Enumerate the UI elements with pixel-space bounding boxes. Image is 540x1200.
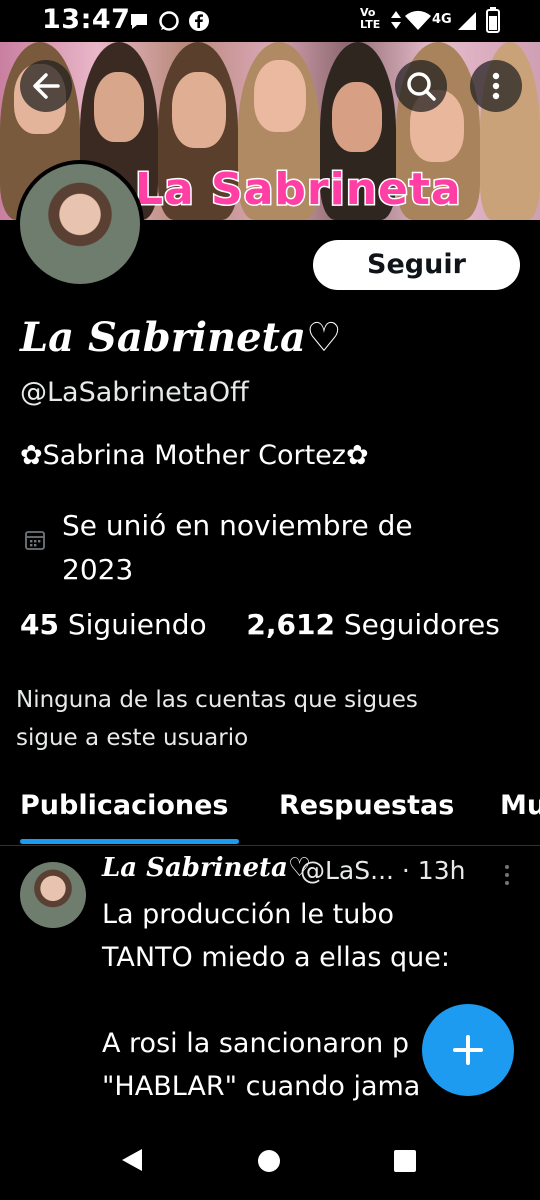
- back-arrow-icon: [33, 73, 60, 99]
- followers-link[interactable]: 2,612 Seguidores: [246, 608, 499, 641]
- join-date: Se unió en noviembre de 2023: [62, 504, 482, 592]
- compose-button[interactable]: [422, 1004, 514, 1096]
- more-options-button[interactable]: [470, 60, 522, 112]
- post-meta: @LaS... · 13h: [300, 856, 466, 885]
- tab-respuestas[interactable]: Respuestas: [279, 790, 454, 821]
- signal-icon: [458, 12, 476, 30]
- plus-icon: [453, 1035, 483, 1065]
- join-date-line2: 2023: [62, 553, 134, 586]
- join-date-line1: Se unió en noviembre de: [62, 509, 413, 542]
- display-name: La Sabrineta♡: [20, 314, 342, 361]
- mutual-followers-note: Ninguna de las cuentas que sigues sigue …: [16, 681, 516, 757]
- mutual-note-line1: Ninguna de las cuentas que sigues: [16, 687, 418, 713]
- tabs-divider: [0, 845, 540, 846]
- search-icon: [407, 72, 436, 101]
- profile-stats: 45 Siguiendo 2,612 Seguidores: [20, 608, 500, 641]
- search-button[interactable]: [395, 60, 447, 112]
- following-count: 45: [20, 608, 59, 641]
- chat-bubble-icon: [131, 14, 147, 29]
- system-nav-bar: [0, 1112, 540, 1200]
- status-bar: 13:47 Vo LTE 4G: [0, 0, 540, 42]
- status-time: 13:47: [42, 4, 131, 35]
- post-more-icon[interactable]: [500, 862, 514, 888]
- back-triangle-icon[interactable]: [118, 1146, 146, 1174]
- calendar-icon: [25, 531, 45, 550]
- active-tab-indicator: [20, 839, 239, 844]
- followers-count: 2,612: [246, 608, 335, 641]
- profile-avatar[interactable]: [16, 160, 144, 288]
- home-circle-icon[interactable]: [256, 1148, 282, 1174]
- post-author[interactable]: La Sabrineta♡: [102, 853, 311, 883]
- profile-bio: ✿Sabrina Mother Cortez✿: [20, 440, 369, 471]
- more-vertical-icon: [492, 72, 500, 100]
- followers-label: Seguidores: [343, 608, 500, 641]
- wifi-icon: [405, 10, 431, 30]
- follow-button[interactable]: Seguir: [313, 240, 520, 290]
- network-indicator: Vo LTE: [360, 7, 380, 31]
- vibrate-icon: [391, 11, 401, 29]
- following-label: Siguiendo: [67, 608, 207, 641]
- profile-handle: @LaSabrinetaOff: [20, 377, 249, 408]
- battery-icon: [486, 7, 500, 33]
- signal-type: 4G: [432, 12, 452, 27]
- tab-publicaciones[interactable]: Publicaciones: [20, 790, 229, 821]
- network-bottom-label: LTE: [360, 18, 381, 31]
- facebook-icon: [189, 11, 209, 31]
- banner-title: La Sabrineta: [134, 163, 463, 217]
- back-button[interactable]: [20, 60, 72, 112]
- tab-more[interactable]: Mu: [500, 790, 540, 821]
- recents-square-icon[interactable]: [392, 1148, 418, 1174]
- following-link[interactable]: 45 Siguiendo: [20, 608, 207, 641]
- mutual-note-line2: sigue a este usuario: [16, 725, 249, 751]
- post-avatar[interactable]: [20, 862, 86, 928]
- whatsapp-icon: [159, 11, 179, 31]
